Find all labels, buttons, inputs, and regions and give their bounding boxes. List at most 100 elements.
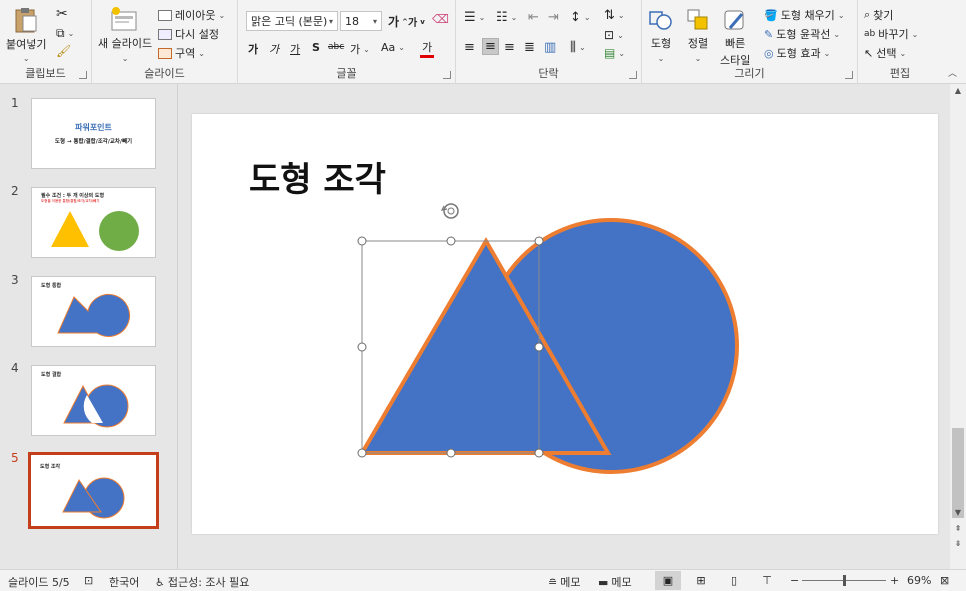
distribute-button[interactable]: ▥ xyxy=(544,40,556,55)
scrollbar-thumb[interactable] xyxy=(952,428,964,518)
ribbon: 붙여넣기 ⌄ ✂ ⧉ ⌄ 🖌 클립보드 새 슬라이드 ⌄ 레이아웃 ⌄ 다시 설정 … xyxy=(0,0,966,84)
slide-thumbnail-4[interactable]: 도형 결합 xyxy=(31,365,156,436)
bullets-button[interactable]: ☰ ⌄ xyxy=(464,10,485,25)
reading-view-button[interactable]: ▯ xyxy=(721,571,747,590)
zoom-level[interactable]: 69% xyxy=(907,574,931,587)
decrease-indent-button[interactable]: ⇤ xyxy=(528,10,539,25)
shape-effects-label: 도형 효과 xyxy=(776,47,821,60)
scroll-down-icon[interactable]: ▼ xyxy=(950,508,966,517)
strikethrough-button[interactable]: abc xyxy=(328,42,344,52)
yellow-triangle xyxy=(51,211,89,247)
slide-sorter-button[interactable]: ⊞ xyxy=(688,571,714,590)
scroll-up-icon[interactable]: ▲ xyxy=(950,86,966,95)
pen-icon: ✎ xyxy=(764,27,774,41)
copy-button[interactable]: ⧉ ⌄ xyxy=(56,26,74,41)
select-button[interactable]: ↖ 선택 ⌄ xyxy=(864,45,906,61)
editing-group: ⌕ 찾기 ab 바꾸기 ⌄ ↖ 선택 ⌄ 편집 xyxy=(858,0,942,84)
collapse-ribbon-button[interactable]: ︿ xyxy=(948,66,957,79)
smartart-button[interactable]: ▤ ⌄ xyxy=(604,46,625,60)
new-slide-button[interactable]: 새 슬라이드 ⌄ xyxy=(98,6,152,63)
bullets-chevron-icon: ⌄ xyxy=(478,13,486,22)
align-center-button[interactable]: ≡ xyxy=(482,38,499,55)
section-button[interactable]: 구역 ⌄ xyxy=(158,45,205,61)
rotate-handle-icon[interactable] xyxy=(440,203,459,219)
zoom-slider-thumb[interactable] xyxy=(843,575,846,586)
slide-thumbnail-5[interactable]: 도형 조각 xyxy=(28,452,159,529)
italic-button[interactable]: 가 xyxy=(269,41,279,57)
shrink-font-button[interactable]: 가v xyxy=(408,14,425,30)
zoom-out-button[interactable]: − xyxy=(790,574,799,587)
comments-button[interactable]: ▬ 메모 xyxy=(598,574,632,590)
replace-button[interactable]: ab 바꾸기 ⌄ xyxy=(864,26,918,42)
resize-handle[interactable] xyxy=(357,342,367,352)
accessibility-status[interactable]: ♿ 접근성: 조사 필요 xyxy=(155,574,249,590)
numbering-button[interactable]: ☷ ⌄ xyxy=(496,10,517,25)
spell-check-icon[interactable]: ⊡ xyxy=(84,574,93,587)
fit-to-window-icon[interactable]: ⊠ xyxy=(940,574,949,587)
resize-handle[interactable] xyxy=(534,342,544,352)
increase-indent-button[interactable]: ⇥ xyxy=(548,10,559,25)
arrange-button[interactable]: 정렬 ⌄ xyxy=(686,8,710,63)
drawing-launcher-icon[interactable] xyxy=(845,71,853,79)
paragraph-launcher-icon[interactable] xyxy=(629,71,637,79)
zoom-slider[interactable] xyxy=(802,575,886,586)
slide-thumbnail-2[interactable]: 필수 조건 : 두 개 이상의 도형 도형을 이용한 통합/결합/조각/교차/빼… xyxy=(31,187,156,258)
bold-button[interactable]: 가 xyxy=(248,41,258,57)
quick-styles-button[interactable]: 빠른 스타일 xyxy=(720,8,750,68)
shape-outline-button[interactable]: ✎ 도형 윤곽선 ⌄ xyxy=(764,26,840,42)
text-direction-button[interactable]: ⇅ ⌄ xyxy=(604,8,625,23)
resize-handle[interactable] xyxy=(357,448,367,458)
new-slide-icon xyxy=(111,7,137,31)
reset-button[interactable]: 다시 설정 xyxy=(158,26,219,42)
format-painter-button[interactable]: 🖌 xyxy=(56,44,71,58)
align-right-button[interactable]: ≡ xyxy=(504,40,515,55)
align-text-button[interactable]: ⊡ ⌄ xyxy=(604,28,624,42)
grow-font-button[interactable]: 가 ^ xyxy=(388,13,408,30)
notes-label: 메모 xyxy=(560,576,581,589)
copy-chevron-icon[interactable]: ⌄ xyxy=(68,29,75,38)
resize-handle[interactable] xyxy=(534,236,544,246)
resize-handle[interactable] xyxy=(534,448,544,458)
resize-handle[interactable] xyxy=(357,236,367,246)
align-left-button[interactable]: ≡ xyxy=(464,40,475,55)
notes-button[interactable]: ≘ 메모 xyxy=(548,574,580,590)
zoom-in-button[interactable]: + xyxy=(890,574,899,587)
shape-fill-button[interactable]: 🪣 도형 채우기 ⌄ xyxy=(764,7,845,23)
paste-chevron-icon[interactable]: ⌄ xyxy=(23,54,30,63)
new-slide-chevron-icon[interactable]: ⌄ xyxy=(122,54,129,63)
paste-button[interactable]: 붙여넣기 ⌄ xyxy=(6,6,46,63)
text-direction-icon: ⇅ xyxy=(604,8,615,23)
shape-effects-button[interactable]: ◎ 도형 효과 ⌄ xyxy=(764,45,830,61)
layout-button[interactable]: 레이아웃 ⌄ xyxy=(158,7,225,23)
font-name-combo[interactable]: 맑은 고딕 (본문) ▾ xyxy=(246,11,338,31)
line-spacing-button[interactable]: ↕ ⌄ xyxy=(570,10,591,25)
clear-format-button[interactable]: ⌫ xyxy=(432,12,449,26)
font-launcher-icon[interactable] xyxy=(443,71,451,79)
char-spacing-button[interactable]: 가 ⌄ xyxy=(350,41,370,57)
columns-button[interactable]: ⫼ ⌄ xyxy=(570,40,586,55)
clipboard-launcher-icon[interactable] xyxy=(79,71,87,79)
layout-label: 레이아웃 xyxy=(175,9,216,22)
font-size-combo[interactable]: 18 ▾ xyxy=(340,11,382,31)
language-indicator[interactable]: 한국어 xyxy=(109,574,139,590)
change-case-button[interactable]: Aa ⌄ xyxy=(381,41,405,54)
shadow-button[interactable]: S xyxy=(312,41,320,54)
resize-handle[interactable] xyxy=(446,236,456,246)
cut-button[interactable]: ✂ xyxy=(56,6,68,22)
font-color-button[interactable]: 가 xyxy=(420,39,434,58)
next-slide-icon[interactable]: ⇟ xyxy=(950,539,966,548)
grow-font-label: 가 xyxy=(388,15,400,29)
underline-button[interactable]: 가 xyxy=(290,41,300,57)
slide-thumbnail-1[interactable]: 파워포인트 도형 → 통합/결합/조각/교차/빼기 xyxy=(31,98,156,169)
slideshow-button[interactable]: ⊤ xyxy=(754,571,780,590)
slide-canvas[interactable]: 도형 조각 xyxy=(192,114,938,534)
shapes-button[interactable]: 도형 ⌄ xyxy=(648,8,674,63)
previous-slide-icon[interactable]: ⇞ xyxy=(950,524,966,533)
find-button[interactable]: ⌕ 찾기 xyxy=(864,7,893,23)
normal-view-button[interactable]: ▣ xyxy=(655,571,681,590)
vertical-scrollbar[interactable]: ▲ ▼ ⇞ ⇟ xyxy=(950,84,966,569)
resize-handle[interactable] xyxy=(446,448,456,458)
justify-button[interactable]: ≣ xyxy=(524,40,535,55)
slide-thumbnail-3[interactable]: 도형 통합 xyxy=(31,276,156,347)
align-center-icon: ≡ xyxy=(485,39,496,54)
